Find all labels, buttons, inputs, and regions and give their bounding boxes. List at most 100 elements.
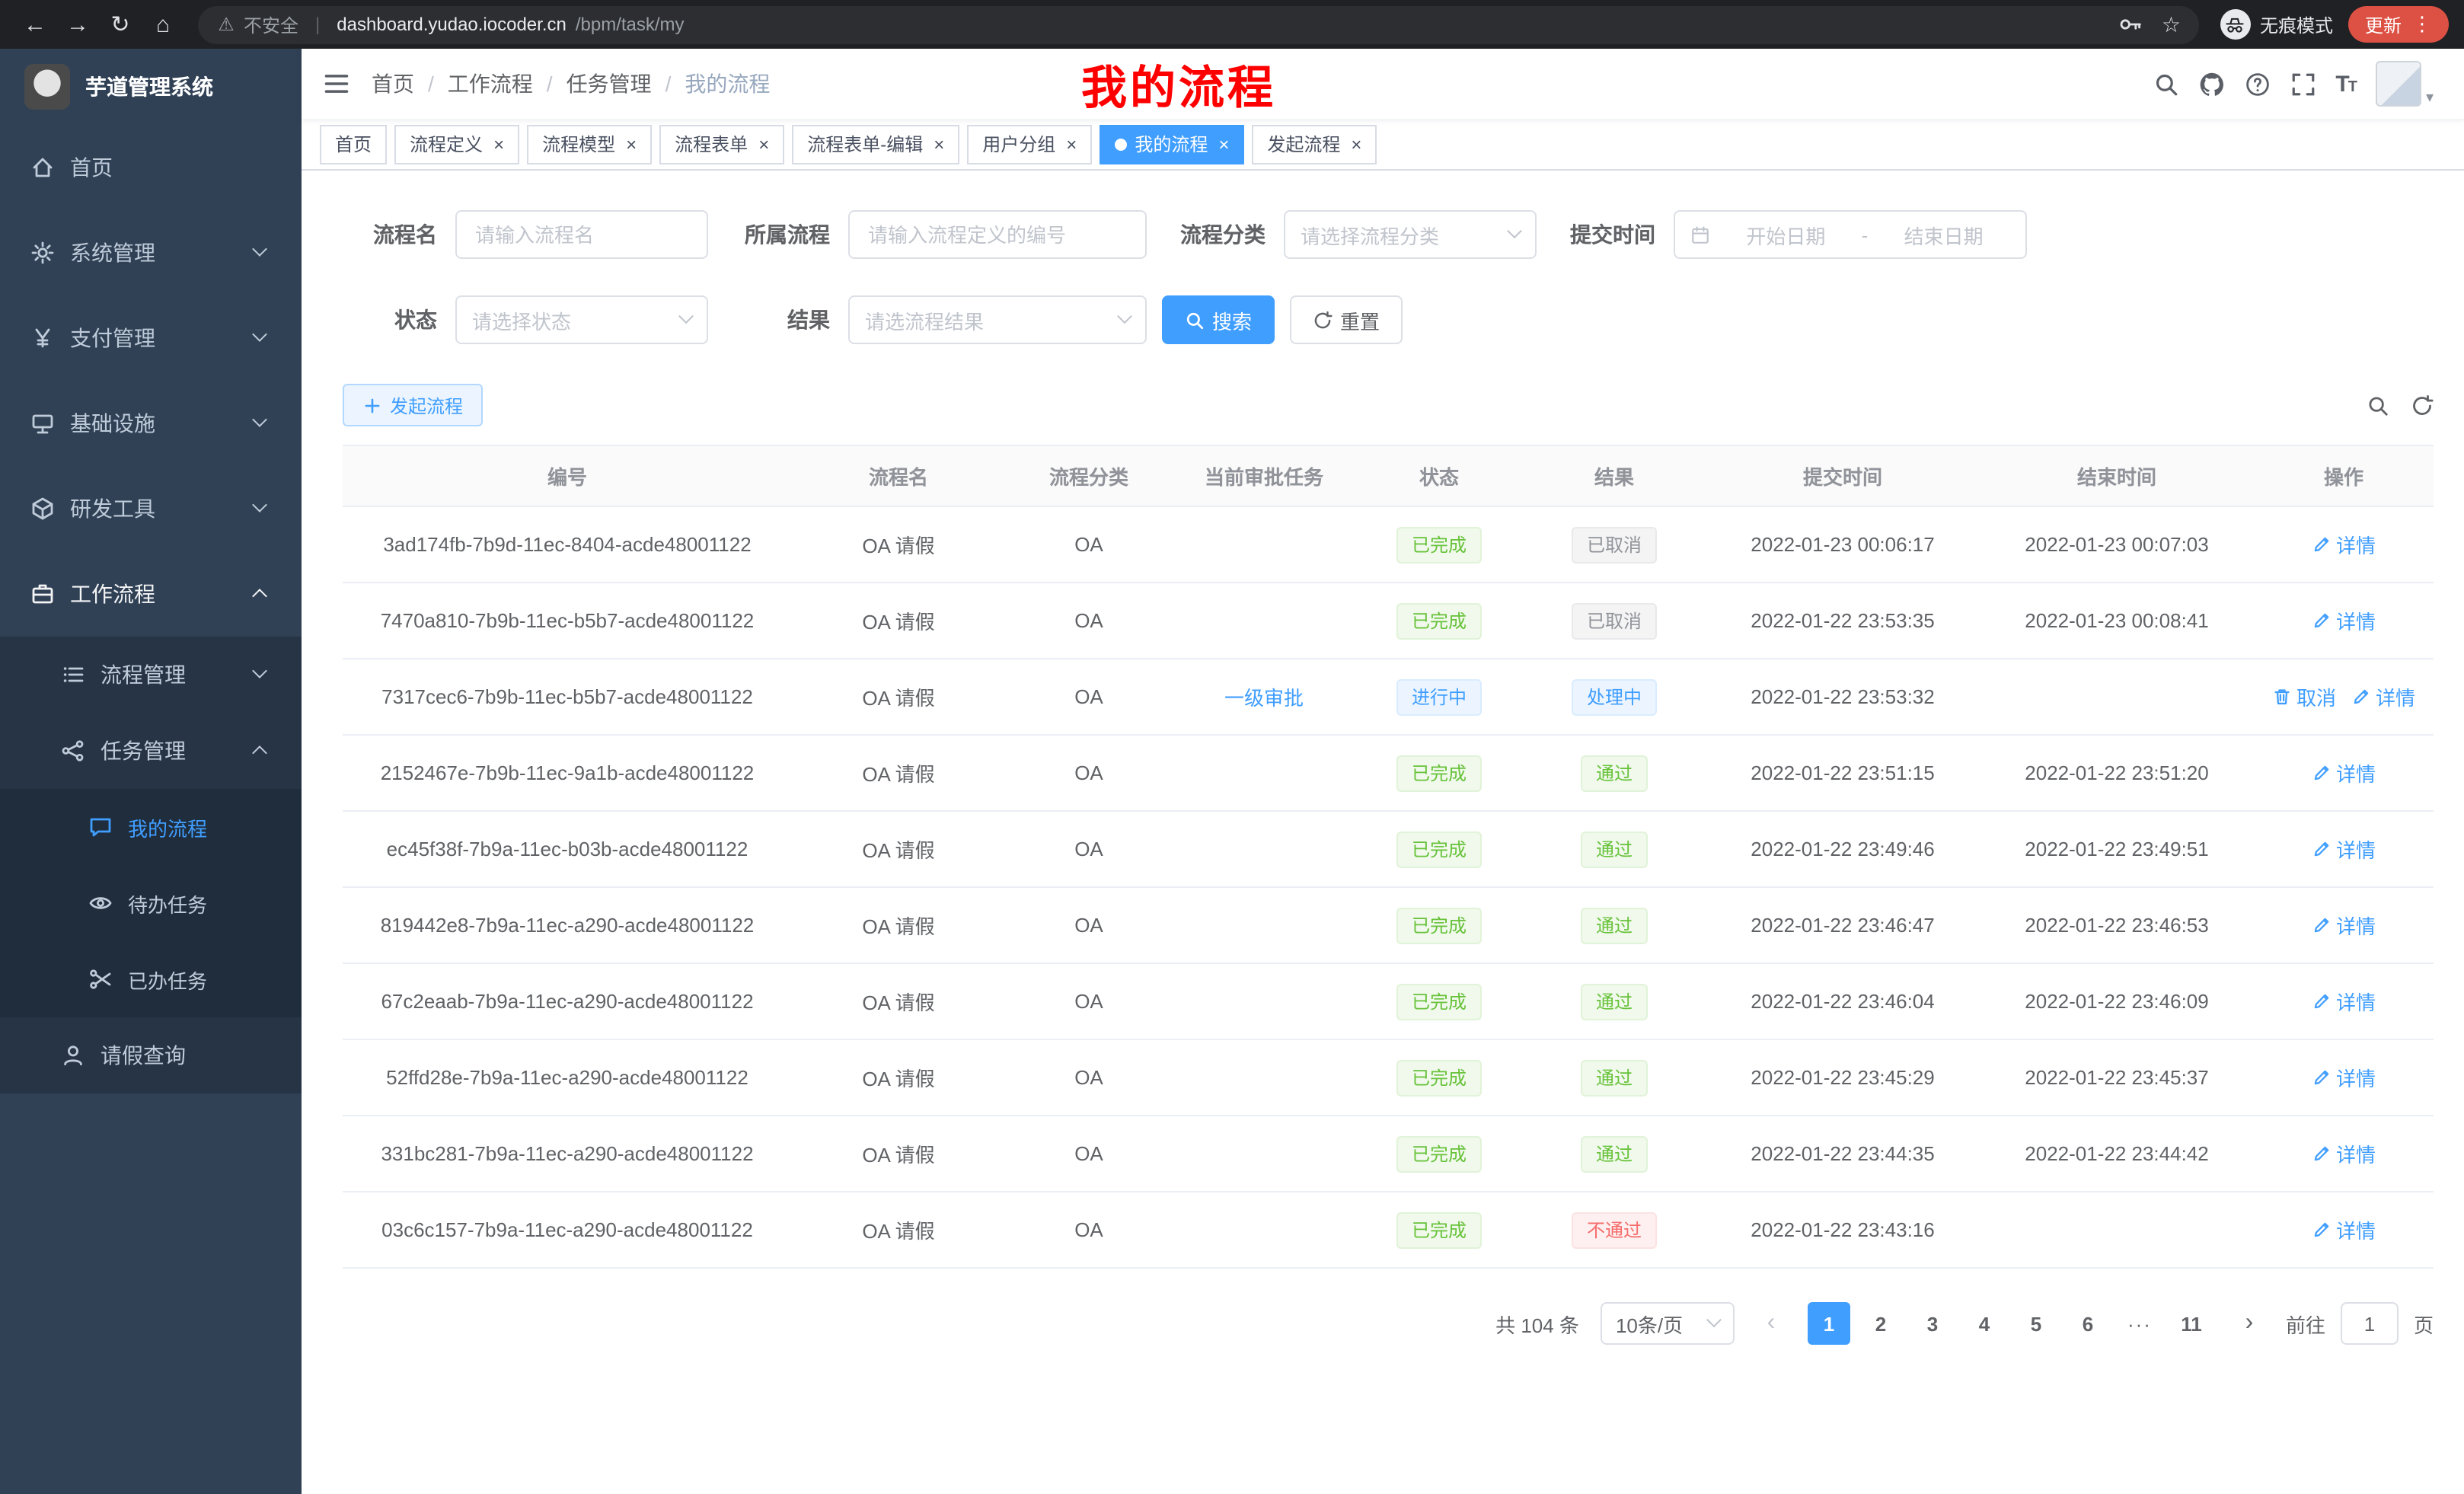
tab-close-icon[interactable]: × <box>758 133 769 155</box>
sidebar-item-process-mgmt[interactable]: 流程管理 <box>0 637 302 713</box>
page-button-4[interactable]: 4 <box>1963 1302 2006 1345</box>
browser-home-button[interactable]: ⌂ <box>143 5 183 44</box>
detail-link[interactable]: 详情 <box>2312 530 2376 559</box>
detail-link[interactable]: 详情 <box>2312 835 2376 864</box>
page-button-11[interactable]: 11 <box>2170 1302 2213 1345</box>
page-button-6[interactable]: 6 <box>2067 1302 2109 1345</box>
refresh-table-button[interactable] <box>2411 394 2434 417</box>
password-key-icon[interactable] <box>2119 12 2143 37</box>
tab-close-icon[interactable]: × <box>1351 133 1361 155</box>
sidebar-item-system[interactable]: 系统管理 <box>0 210 302 295</box>
bookmark-star-icon[interactable]: ☆ <box>2162 11 2181 37</box>
breadcrumb-item[interactable]: 任务管理 <box>567 69 652 99</box>
detail-link[interactable]: 详情 <box>2312 987 2376 1016</box>
page-size-select[interactable]: 10条/页 <box>1601 1302 1735 1345</box>
browser-actions: 无痕模式 更新 ⋮ <box>2220 6 2449 43</box>
browser-forward-button[interactable]: → <box>58 5 97 44</box>
page-button-3[interactable]: 3 <box>1911 1302 1954 1345</box>
cell-name: OA 请假 <box>792 811 1005 887</box>
reset-button[interactable]: 重置 <box>1290 295 1403 344</box>
prev-page-button[interactable]: ‹ <box>1750 1302 1792 1345</box>
status-select[interactable]: 请选择状态 <box>455 295 708 344</box>
sidebar-item-my-process[interactable]: 我的流程 <box>0 789 302 865</box>
process-name-input[interactable] <box>455 210 708 259</box>
font-size-icon[interactable]: TT <box>2335 71 2356 97</box>
refresh-icon <box>1313 310 1333 330</box>
tab-home[interactable]: 首页 <box>320 124 387 164</box>
next-page-button[interactable]: › <box>2228 1302 2271 1345</box>
goto-page-input[interactable] <box>2341 1302 2399 1345</box>
browser-update-button[interactable]: 更新 ⋮ <box>2348 6 2449 43</box>
sidebar-item-workflow[interactable]: 工作流程 <box>0 551 302 637</box>
sidebar-item-task-mgmt[interactable]: 任务管理 <box>0 713 302 789</box>
tab-close-icon[interactable]: × <box>626 133 637 155</box>
sidebar-item-payment[interactable]: 支付管理 <box>0 295 302 381</box>
page-ellipsis[interactable]: ··· <box>2118 1302 2161 1345</box>
sidebar-item-todo-task[interactable]: 待办任务 <box>0 865 302 941</box>
browser-menu-icon[interactable]: ⋮ <box>2412 12 2432 37</box>
page-content: 流程名 所属流程 流程分类 请选择流程分类 提交时间 开始日期 - 结束日期 <box>302 171 2464 1494</box>
show-search-button[interactable] <box>2367 394 2389 417</box>
user-menu[interactable]: ▾ <box>2376 61 2434 107</box>
tab-label: 流程模型 <box>542 131 615 157</box>
current-task-link[interactable]: 一级审批 <box>1224 687 1304 710</box>
cell-category: OA <box>1005 1116 1173 1192</box>
column-header-0: 编号 <box>343 445 792 506</box>
operations: 详情 <box>2312 987 2376 1016</box>
tab-process-form[interactable]: 流程表单× <box>659 124 784 164</box>
detail-link[interactable]: 详情 <box>2312 1215 2376 1244</box>
page-button-5[interactable]: 5 <box>2015 1302 2057 1345</box>
tab-close-icon[interactable]: × <box>493 133 504 155</box>
fullscreen-icon[interactable] <box>2290 71 2316 97</box>
active-tab-dot <box>1115 138 1127 150</box>
detail-link[interactable]: 详情 <box>2351 682 2415 711</box>
app-logo[interactable]: 芋道管理系统 <box>0 49 302 125</box>
search-icon[interactable] <box>2153 71 2178 97</box>
detail-label: 详情 <box>2336 835 2376 864</box>
sidebar-toggle-icon[interactable] <box>323 70 350 97</box>
category-select[interactable]: 请选择流程分类 <box>1284 210 1537 259</box>
tab-user-group[interactable]: 用户分组× <box>967 124 1092 164</box>
detail-link[interactable]: 详情 <box>2312 911 2376 940</box>
sidebar-item-done-task[interactable]: 已办任务 <box>0 941 302 1017</box>
create-process-button[interactable]: 发起流程 <box>343 384 483 426</box>
sidebar-item-home[interactable]: 首页 <box>0 125 302 210</box>
tab-close-icon[interactable]: × <box>934 133 944 155</box>
tab-process-form-edit[interactable]: 流程表单-编辑× <box>792 124 959 164</box>
tab-process-def[interactable]: 流程定义× <box>394 124 519 164</box>
result-select[interactable]: 请选流程结果 <box>848 295 1147 344</box>
browser-back-button[interactable]: ← <box>15 5 55 44</box>
process-definition-input[interactable] <box>848 210 1147 259</box>
sidebar-item-devtools[interactable]: 研发工具 <box>0 466 302 551</box>
cell-name: OA 请假 <box>792 1039 1005 1116</box>
goto-unit-label: 页 <box>2414 1309 2434 1338</box>
sidebar-item-leave-query[interactable]: 请假查询 <box>0 1017 302 1093</box>
tab-process-model[interactable]: 流程模型 × <box>527 124 652 164</box>
tab-start-process[interactable]: 发起流程× <box>1252 124 1377 164</box>
detail-link[interactable]: 详情 <box>2312 1063 2376 1092</box>
breadcrumb-item[interactable]: 工作流程 <box>448 69 533 99</box>
tab-close-icon[interactable]: × <box>1066 133 1077 155</box>
submit-time-range[interactable]: 开始日期 - 结束日期 <box>1674 210 2027 259</box>
table-row: 03c6c157-7b9a-11ec-a290-acde48001122OA 请… <box>343 1192 2434 1268</box>
help-icon[interactable] <box>2244 71 2270 97</box>
cell-status: 已完成 <box>1355 583 1523 659</box>
search-button[interactable]: 搜索 <box>1162 295 1275 344</box>
cancel-link[interactable]: 取消 <box>2272 682 2336 711</box>
tab-close-icon[interactable]: × <box>1218 133 1229 155</box>
cell-result: 已取消 <box>1523 583 1706 659</box>
tab-my-process[interactable]: 我的流程× <box>1100 124 1244 164</box>
github-icon[interactable] <box>2198 71 2224 97</box>
page-button-1[interactable]: 1 <box>1808 1302 1850 1345</box>
breadcrumb-item[interactable]: 首页 <box>372 69 414 99</box>
browser-refresh-button[interactable]: ↻ <box>101 5 140 44</box>
detail-link[interactable]: 详情 <box>2312 606 2376 635</box>
page-button-2[interactable]: 2 <box>1859 1302 1902 1345</box>
detail-link[interactable]: 详情 <box>2312 758 2376 787</box>
cell-operations: 详情 <box>2254 1039 2434 1116</box>
security-warning[interactable]: ⚠ 不安全 <box>216 11 298 37</box>
address-bar[interactable]: ⚠ 不安全 | dashboard.yudao.iocoder.cn/bpm/t… <box>198 5 2199 43</box>
sidebar-item-infrastructure[interactable]: 基础设施 <box>0 381 302 466</box>
detail-link[interactable]: 详情 <box>2312 1139 2376 1168</box>
cell-category: OA <box>1005 963 1173 1039</box>
